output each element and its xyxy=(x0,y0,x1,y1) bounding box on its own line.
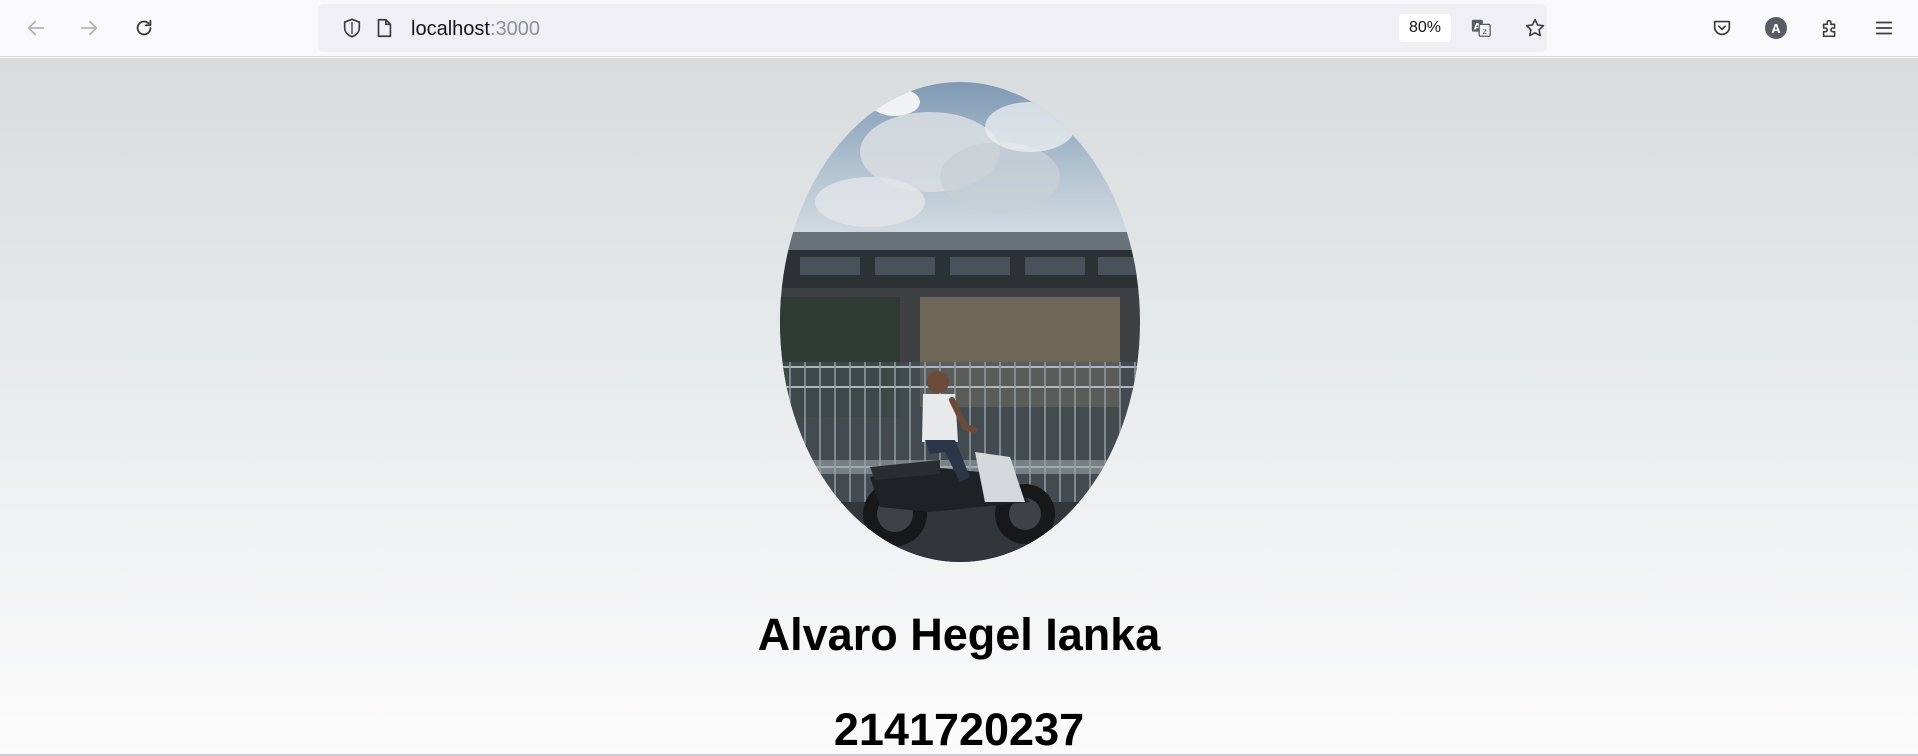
browser-toolbar: localhost:3000 80% A z A xyxy=(0,0,1918,57)
shield-icon[interactable] xyxy=(341,17,363,39)
translate-icon[interactable]: A z xyxy=(1470,17,1492,39)
back-button[interactable] xyxy=(18,10,54,46)
svg-text:z: z xyxy=(1482,26,1486,36)
forward-button[interactable] xyxy=(71,10,107,46)
reload-icon xyxy=(136,19,152,36)
reload-button[interactable] xyxy=(126,10,162,46)
arrow-left-icon xyxy=(27,20,45,36)
extensions-button[interactable] xyxy=(1812,10,1848,46)
url-bar[interactable]: localhost:3000 80% A z xyxy=(318,4,1547,52)
page-icon[interactable] xyxy=(373,17,395,39)
arrow-right-icon xyxy=(80,20,98,36)
hamburger-menu-icon xyxy=(1875,21,1893,35)
page-content: Alvaro Hegel Ianka 2141720237 xyxy=(0,58,1918,756)
url-text[interactable]: localhost:3000 xyxy=(411,18,540,41)
puzzle-icon xyxy=(1822,19,1836,38)
zoom-level-button[interactable]: 80% xyxy=(1399,14,1451,42)
account-icon: A xyxy=(1765,17,1787,39)
star-icon[interactable] xyxy=(1524,17,1546,39)
menu-button[interactable] xyxy=(1866,10,1902,46)
profile-nim: 2141720237 xyxy=(833,704,1085,755)
pocket-button[interactable] xyxy=(1704,10,1740,46)
profile-photo xyxy=(780,82,1140,562)
url-host: localhost xyxy=(411,18,490,40)
account-button[interactable]: A xyxy=(1758,10,1794,46)
profile-name: Alvaro Hegel Ianka xyxy=(757,609,1161,660)
url-port: :3000 xyxy=(489,18,540,40)
pocket-icon xyxy=(1713,20,1731,36)
